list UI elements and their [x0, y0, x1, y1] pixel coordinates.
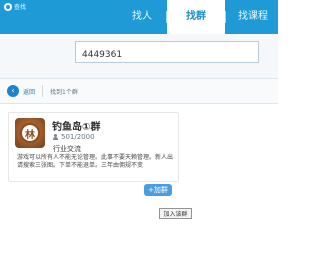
top-navigation-bar: 查找 找人 找群 找课程 [0, 0, 278, 34]
search-area [0, 34, 278, 78]
group-result-card[interactable]: 林 钓鱼岛①群 501/2000 行业交流 游戏可以所有人不能无论管理。此事不要… [8, 112, 179, 182]
brand: 查找 [4, 2, 26, 11]
brand-title: 查找 [14, 4, 27, 11]
search-tabs: 找人 找群 找课程 [118, 0, 280, 34]
nav-divider [42, 85, 44, 97]
result-count: 找到1个群 [50, 88, 78, 96]
tab-find-courses[interactable]: 找课程 [226, 0, 280, 34]
join-tooltip: 加入该群 [159, 208, 192, 219]
back-button[interactable]: ‹ 返回 [7, 85, 35, 97]
member-icon [53, 134, 59, 140]
group-members: 501/2000 [53, 133, 95, 141]
group-description: 游戏可以所有人不能无论管理。此事不要天赖管理。新人出请搜索三张图。下单不能退单。… [17, 154, 174, 169]
search-box[interactable] [75, 41, 270, 65]
back-arrow-icon: ‹ [7, 85, 19, 97]
search-input[interactable] [76, 45, 270, 65]
tab-find-groups[interactable]: 找群 [167, 0, 225, 34]
group-name[interactable]: 钓鱼岛①群 [52, 118, 100, 133]
member-count: 501/2000 [61, 133, 95, 141]
group-category: 行业交流 [53, 145, 81, 153]
qq-logo-icon [4, 2, 12, 11]
result-navigation: ‹ 返回 找到1个群 [0, 78, 278, 104]
join-group-button[interactable]: +加群 [144, 184, 172, 196]
avatar-character: 林 [20, 123, 40, 143]
back-button-label: 返回 [23, 88, 36, 96]
tab-find-people[interactable]: 找人 [118, 0, 166, 34]
group-avatar[interactable]: 林 [15, 118, 45, 148]
